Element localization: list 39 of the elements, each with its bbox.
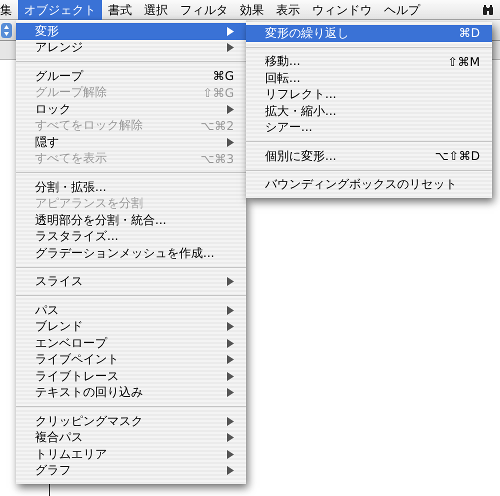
menu-item[interactable]: 移動... ⇧⌘M [246,54,492,70]
stepper-icon[interactable] [1,22,12,38]
menu-item[interactable]: 変形の繰り返し ⌘D [246,25,492,42]
menu-item[interactable]: グラフ [16,462,246,479]
menu-item[interactable]: テキストの回り込み [16,384,246,401]
menu-item[interactable]: トリムエリア [16,446,246,462]
menu-item[interactable]: エンベロープ [16,335,246,352]
menu-item[interactable]: グループ ⌘G [16,68,246,84]
menu-bar-item[interactable]: 書式 [102,0,138,20]
menu-item[interactable]: アレンジ [16,40,246,56]
menu-bar-item[interactable]: 表示 [270,0,306,20]
menu-item[interactable]: グラデーションメッシュを作成... [16,245,246,262]
menu-item[interactable]: バウンディングボックスのリセット [246,176,492,193]
menu-bar-item[interactable]: 集 [0,0,18,20]
menu-item[interactable]: 個別に変形... ⌥⇧⌘D [246,148,492,164]
menu-item[interactable]: クリッピングマスク [16,413,246,430]
menu-item[interactable]: スライス [16,274,246,290]
menu-item[interactable]: ライブトレース [16,368,246,384]
menu-bar-item[interactable]: オブジェクト [18,0,102,20]
menu-item[interactable]: 拡大・縮小... [246,103,492,120]
menu-item[interactable]: ロック [16,101,246,118]
menu-item[interactable]: ライブペイント [16,352,246,368]
menu-item[interactable]: 回転... [246,70,492,86]
menu-item[interactable]: 変形 [16,23,246,40]
binoculars-icon[interactable] [482,4,494,16]
menu-bar-item[interactable]: 効果 [234,0,270,20]
menu-item[interactable]: 分割・拡張... [16,179,246,196]
menu-item[interactable]: ラスタライズ... [16,228,246,245]
menu-bar-item[interactable]: ウィンドウ [306,0,378,20]
menu-bar-item[interactable]: 選択 [138,0,174,20]
menu-item[interactable]: リフレクト... [246,86,492,103]
menu-item[interactable]: 複合パス [16,430,246,446]
menu-bar-item[interactable]: ヘルプ [378,0,426,20]
menu-bar-item[interactable]: フィルタ [174,0,234,20]
menu-item[interactable]: パス [16,302,246,318]
menu-item[interactable]: 隠す [16,134,246,150]
menu-item[interactable]: シアー... [246,120,492,136]
menu-item[interactable]: ブレンド [16,318,246,335]
menu-item[interactable]: 透明部分を分割・統合... [16,212,246,228]
